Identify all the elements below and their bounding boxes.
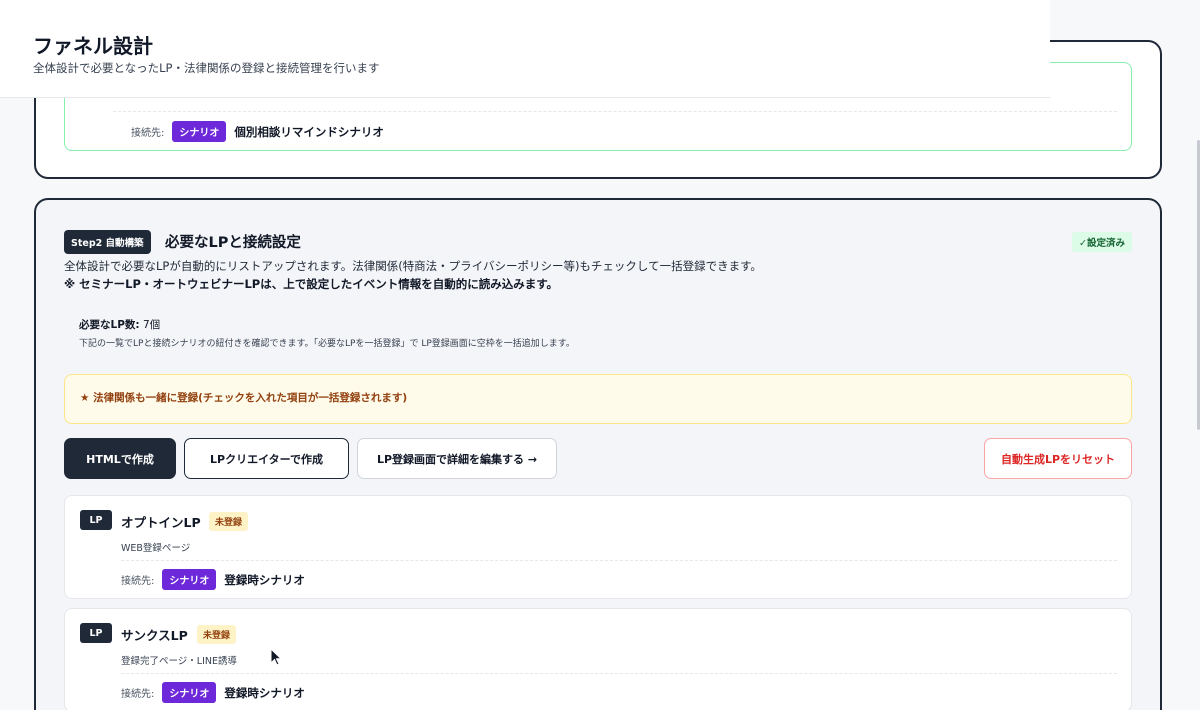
lp-tag: LP: [80, 623, 112, 643]
status-badge: ✓設定済み: [1072, 232, 1132, 252]
reset-auto-lp-button[interactable]: 自動生成LPをリセット: [984, 438, 1132, 479]
lp-name: サンクスLP: [121, 628, 188, 643]
connection-row: 接続先: シナリオ 登録時シナリオ: [121, 682, 305, 703]
required-count: 7個: [142, 319, 161, 331]
step-description: 全体設計で必要なLPが自動的にリストアップされます。法律関係(特商法・プライバシ…: [64, 259, 762, 273]
create-lp-creator-button[interactable]: LPクリエイターで作成: [184, 438, 349, 479]
connection-row: 接続先: シナリオ 個別相談リマインドシナリオ: [131, 121, 384, 142]
lp-item[interactable]: LP オプトインLP 未登録 WEB登録ページ 接続先: シナリオ 登録時シナリ…: [64, 495, 1132, 599]
connection-label: 接続先:: [121, 576, 155, 587]
legal-text: ★ 法律関係も一緒に登録(チェックを入れた項目が一括登録されます): [80, 392, 408, 404]
divider: [121, 560, 1117, 561]
divider: [121, 673, 1117, 674]
page-header: ファネル設計 全体設計で必要となったLP・法律関係の登録と接続管理を行います: [0, 0, 1050, 98]
lp-name: オプトインLP: [121, 515, 201, 530]
scenario-badge: シナリオ: [162, 569, 217, 590]
step-badge: Step2 自動構築: [64, 230, 151, 254]
scenario-name[interactable]: 登録時シナリオ: [224, 685, 305, 701]
connection-row: 接続先: シナリオ 登録時シナリオ: [121, 569, 305, 590]
step-note: ※ セミナーLP・オートウェビナーLPは、上で設定したイベント情報を自動的に読み…: [64, 277, 559, 291]
scenario-badge: シナリオ: [162, 682, 217, 703]
mouse-cursor-icon: [270, 648, 283, 666]
page-title: ファネル設計: [33, 34, 153, 58]
required-note: 下記の一覧でLPと接続シナリオの紐付きを確認できます。「必要なLPを一括登録」で…: [79, 339, 575, 349]
lp-description: 登録完了ページ・LINE誘導: [121, 656, 238, 667]
lp-description: WEB登録ページ: [121, 543, 191, 554]
divider: [113, 111, 1117, 112]
step2-card: Step2 自動構築 必要なLPと接続設定 ✓設定済み 全体設計で必要なLPが自…: [34, 198, 1162, 710]
required-label: 必要なLP数:: [79, 319, 140, 331]
scenario-name[interactable]: 個別相談リマインドシナリオ: [234, 124, 384, 140]
scenario-badge: シナリオ: [172, 121, 227, 142]
create-html-button[interactable]: HTMLで作成: [64, 438, 176, 479]
step-title: 必要なLPと接続設定: [165, 235, 301, 251]
connection-label: 接続先:: [131, 128, 165, 139]
scenario-name[interactable]: 登録時シナリオ: [224, 572, 305, 588]
page-subtitle: 全体設計で必要となったLP・法律関係の登録と接続管理を行います: [33, 61, 380, 75]
legal-registration-box[interactable]: ★ 法律関係も一緒に登録(チェックを入れた項目が一括登録されます): [64, 374, 1132, 424]
lp-item[interactable]: LP サンクスLP 未登録 登録完了ページ・LINE誘導 接続先: シナリオ 登…: [64, 608, 1132, 710]
lp-status-badge: 未登録: [197, 625, 237, 644]
connection-label: 接続先:: [121, 689, 155, 700]
required-lp-count: 必要なLP数: 7個: [79, 317, 160, 332]
lp-status-badge: 未登録: [209, 512, 249, 531]
edit-lp-details-button[interactable]: LP登録画面で詳細を編集する →: [357, 438, 557, 479]
lp-tag: LP: [80, 510, 112, 530]
